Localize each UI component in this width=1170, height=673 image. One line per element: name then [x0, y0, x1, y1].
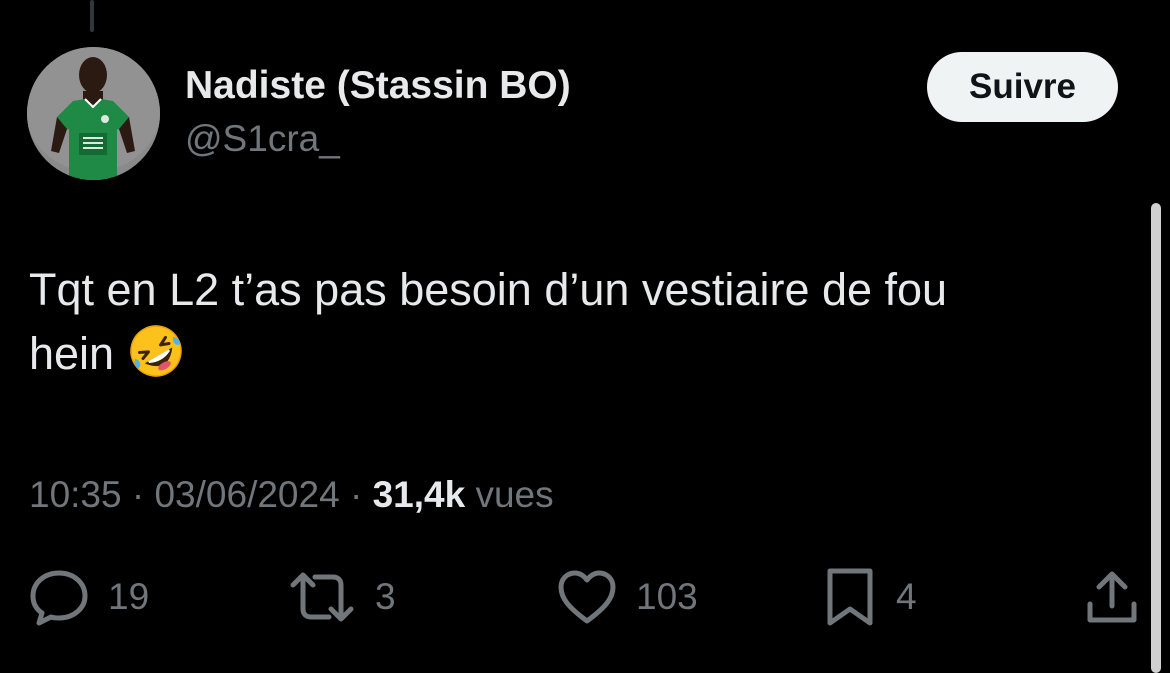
thread-connector-line: [90, 0, 94, 32]
bookmark-icon: [827, 568, 873, 626]
tweet-time[interactable]: 10:35: [29, 474, 122, 515]
avatar[interactable]: [27, 47, 160, 180]
follow-button[interactable]: Suivre: [927, 52, 1118, 122]
tweet-meta: 10:35 · 03/06/2024 · 31,4k vues: [29, 474, 554, 516]
tweet-text-line-1: Tqt en L2 t’as pas besoin d’un vestiaire…: [29, 264, 948, 315]
views-label: vues: [475, 474, 554, 515]
author-handle[interactable]: @S1cra_: [185, 118, 340, 160]
scrollbar[interactable]: [1151, 203, 1161, 673]
like-button[interactable]: 103: [556, 565, 698, 629]
like-count: 103: [636, 576, 698, 617]
tweet-text: Tqt en L2 t’as pas besoin d’un vestiaire…: [29, 258, 1129, 396]
rolling-on-the-floor-laughing-emoji: [128, 323, 184, 396]
retweet-count: 3: [375, 576, 396, 617]
speech-bubble-icon: [30, 570, 88, 626]
author-display-name[interactable]: Nadiste (Stassin BO): [185, 64, 571, 108]
bookmark-count: 4: [896, 576, 917, 617]
tweet-text-line-2: hein: [29, 322, 1129, 396]
tweet-text-line-2-text: hein: [29, 328, 115, 379]
retweet-arrows-icon: [290, 572, 354, 622]
heart-icon: [558, 570, 616, 624]
reply-button[interactable]: 19: [28, 565, 149, 629]
reply-count: 19: [108, 576, 150, 617]
meta-separator: ·: [131, 474, 145, 515]
retweet-button[interactable]: 3: [287, 565, 396, 629]
tweet-date[interactable]: 03/06/2024: [154, 474, 339, 515]
meta-separator: ·: [349, 474, 363, 515]
share-upload-icon: [1087, 571, 1137, 623]
share-button[interactable]: [1082, 565, 1142, 629]
views-count: 31,4k: [372, 474, 466, 515]
player-avatar-image: [27, 47, 160, 180]
tweet-action-bar: 19 3 103 4: [0, 565, 1170, 629]
bookmark-button[interactable]: 4: [822, 565, 917, 629]
